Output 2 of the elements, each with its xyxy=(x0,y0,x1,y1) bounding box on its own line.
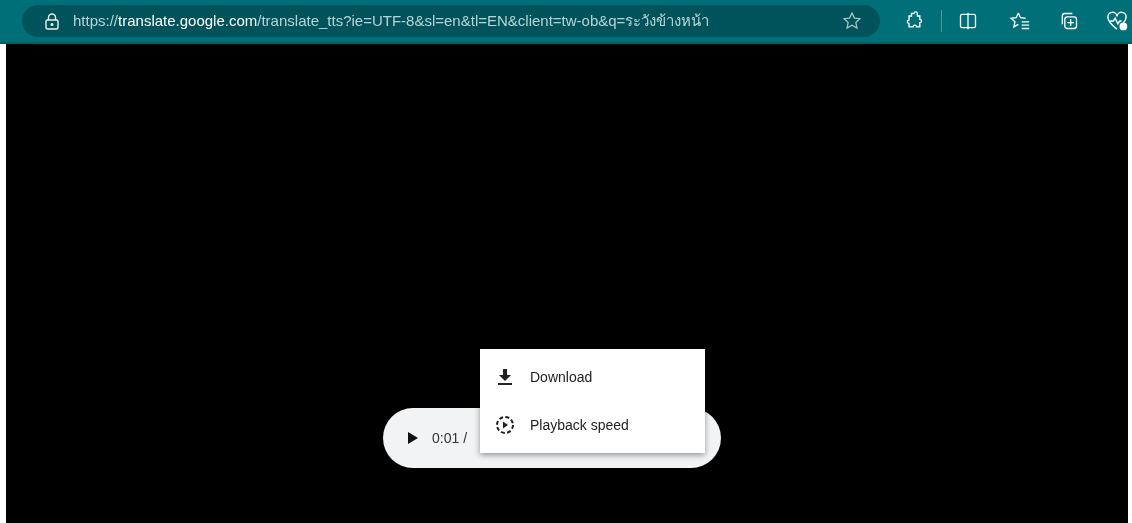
url-text: https://translate.google.com/translate_tts?ie=UTF-8&sl=en&tl=EN&client=tw-ob&q=ระวังข้างหน้า xyxy=(73,10,710,31)
time-display: 0:01 / xyxy=(432,428,468,448)
